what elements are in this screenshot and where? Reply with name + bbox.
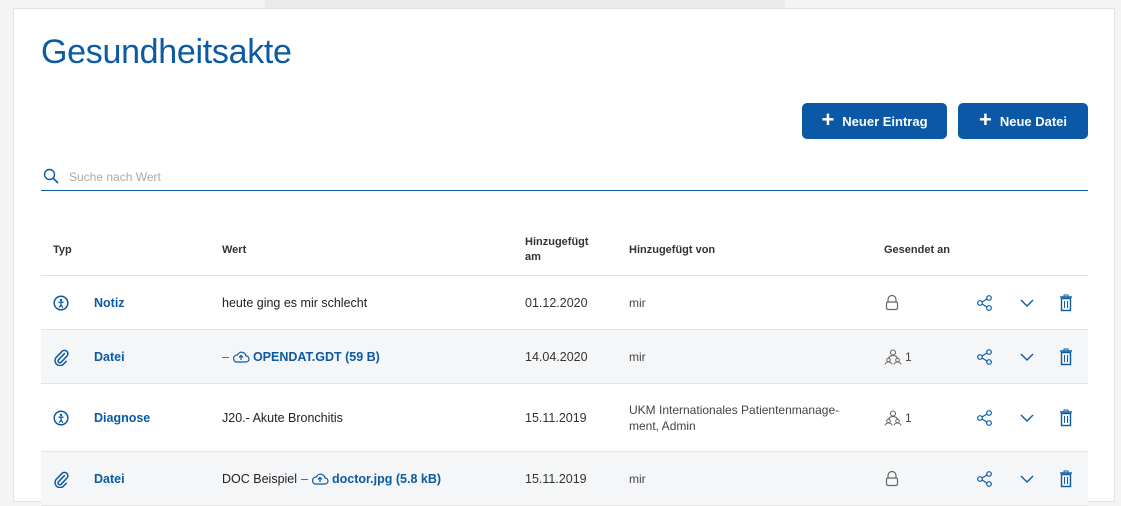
table-row: Diagnose J20.- Akute Bronchitis 15.11.20… <box>41 384 1088 452</box>
sent-to <box>884 452 900 505</box>
users-icon <box>884 348 902 365</box>
table-row: Notiz heute ging es mir schlecht 01.12.2… <box>41 276 1088 330</box>
row-type[interactable]: Notiz <box>94 276 125 329</box>
paperclip-icon <box>53 330 71 383</box>
sent-to: 1 <box>884 384 912 451</box>
plus-icon: + <box>821 107 835 132</box>
header-sent-to: Gesendet an <box>884 243 951 256</box>
row-date: 01.12.2020 <box>525 295 588 310</box>
new-file-label: Neue Datei <box>999 113 1068 129</box>
paperclip-icon <box>53 452 71 505</box>
new-entry-label: Neuer Eintrag <box>842 113 928 129</box>
row-added-by: UKM Internationales Patientenmanage-ment… <box>629 402 840 433</box>
lock-icon <box>884 470 900 487</box>
row-date: 15.11.2019 <box>525 471 587 486</box>
row-value: DOC Beispiel – doctor.jpg (5.8 kB) <box>222 452 441 505</box>
row-added-by: mir <box>629 349 646 364</box>
search-icon[interactable] <box>43 168 61 186</box>
users-icon <box>884 409 902 426</box>
cloud-file-icon <box>311 472 329 486</box>
diagnosis-icon <box>53 384 71 451</box>
trash-icon[interactable] <box>1059 452 1073 505</box>
chevron-down-icon[interactable] <box>1019 330 1035 383</box>
row-type[interactable]: Datei <box>94 330 125 383</box>
row-value: heute ging es mir schlecht <box>222 295 368 310</box>
table-row: Datei DOC Beispiel – doctor.jpg (5.8 kB)… <box>41 452 1088 506</box>
value-prefix: – <box>301 471 308 486</box>
lock-icon <box>884 294 900 311</box>
value-text: DOC Beispiel <box>222 471 298 486</box>
note-icon <box>53 276 71 329</box>
sent-count: 1 <box>905 410 912 425</box>
chevron-down-icon[interactable] <box>1019 384 1035 451</box>
trash-icon[interactable] <box>1059 384 1073 451</box>
header-added-on-line1: Hinzugefügt <box>525 236 589 248</box>
row-date: 14.04.2020 <box>525 349 588 364</box>
value-prefix: – <box>222 349 229 364</box>
file-link[interactable]: doctor.jpg (5.8 kB) <box>332 472 441 486</box>
search-input[interactable] <box>67 169 571 185</box>
table-row: Datei – OPENDAT.GDT (59 B) 14.04.2020 mi… <box>41 330 1088 384</box>
row-added-by: mir <box>629 471 646 486</box>
row-type[interactable]: Diagnose <box>94 384 150 451</box>
search-bar <box>41 164 1088 191</box>
row-date: 15.11.2019 <box>525 410 587 425</box>
share-icon[interactable] <box>976 276 994 329</box>
plus-icon: + <box>978 107 992 132</box>
new-entry-button[interactable]: + Neuer Eintrag <box>802 103 947 139</box>
row-type[interactable]: Datei <box>94 452 125 505</box>
row-added-by: mir <box>629 295 646 310</box>
trash-icon[interactable] <box>1059 276 1073 329</box>
records-table: Typ Wert Hinzugefügt am Hinzugefügt von … <box>41 225 1088 506</box>
row-value: J20.- Akute Bronchitis <box>222 410 343 425</box>
header-added-on: Hinzugefügt am <box>525 225 589 275</box>
chevron-down-icon[interactable] <box>1019 452 1035 505</box>
file-link[interactable]: OPENDAT.GDT (59 B) <box>253 350 380 364</box>
header-added-on-line2: am <box>525 251 541 263</box>
header-value: Wert <box>222 243 247 256</box>
sent-count: 1 <box>905 349 912 364</box>
header-added-by: Hinzugefügt von <box>629 243 716 256</box>
row-value: – OPENDAT.GDT (59 B) <box>222 330 380 383</box>
header-type: Typ <box>53 243 72 256</box>
share-icon[interactable] <box>976 452 994 505</box>
table-header: Typ Wert Hinzugefügt am Hinzugefügt von … <box>41 225 1088 276</box>
sent-to: 1 <box>884 330 912 383</box>
share-icon[interactable] <box>976 384 994 451</box>
new-file-button[interactable]: + Neue Datei <box>958 103 1088 139</box>
sent-to <box>884 276 900 329</box>
top-strip <box>265 0 785 8</box>
trash-icon[interactable] <box>1059 330 1073 383</box>
cloud-file-icon <box>232 350 250 364</box>
health-record-card: Gesundheitsakte + Neuer Eintrag + Neue D… <box>13 8 1115 506</box>
chevron-down-icon[interactable] <box>1019 276 1035 329</box>
page-title: Gesundheitsakte <box>41 33 292 71</box>
share-icon[interactable] <box>976 330 994 383</box>
